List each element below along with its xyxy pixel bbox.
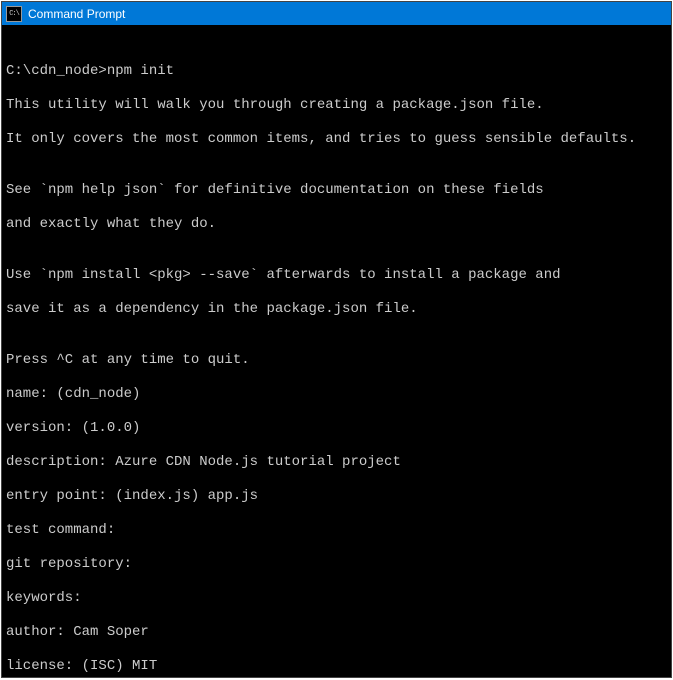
terminal-line: save it as a dependency in the package.j… <box>6 301 667 318</box>
terminal-line: version: (1.0.0) <box>6 420 667 437</box>
terminal-area[interactable]: C:\cdn_node>npm init This utility will w… <box>2 25 671 677</box>
terminal-line: keywords: <box>6 590 667 607</box>
terminal-line: Press ^C at any time to quit. <box>6 352 667 369</box>
terminal-line: author: Cam Soper <box>6 624 667 641</box>
terminal-line: test command: <box>6 522 667 539</box>
titlebar[interactable]: C:\ Command Prompt <box>2 2 671 25</box>
terminal-line: description: Azure CDN Node.js tutorial … <box>6 454 667 471</box>
terminal-line: See `npm help json` for definitive docum… <box>6 182 667 199</box>
terminal-line: This utility will walk you through creat… <box>6 97 667 114</box>
cmd-icon: C:\ <box>6 6 22 22</box>
command-prompt-window: C:\ Command Prompt C:\cdn_node>npm init … <box>1 1 672 678</box>
terminal-line: It only covers the most common items, an… <box>6 131 667 148</box>
terminal-line: license: (ISC) MIT <box>6 658 667 675</box>
terminal-line: entry point: (index.js) app.js <box>6 488 667 505</box>
terminal-line: C:\cdn_node>npm init <box>6 63 667 80</box>
window-title: Command Prompt <box>28 7 125 21</box>
terminal-line: Use `npm install <pkg> --save` afterward… <box>6 267 667 284</box>
terminal-line: name: (cdn_node) <box>6 386 667 403</box>
terminal-line: git repository: <box>6 556 667 573</box>
terminal-line: and exactly what they do. <box>6 216 667 233</box>
